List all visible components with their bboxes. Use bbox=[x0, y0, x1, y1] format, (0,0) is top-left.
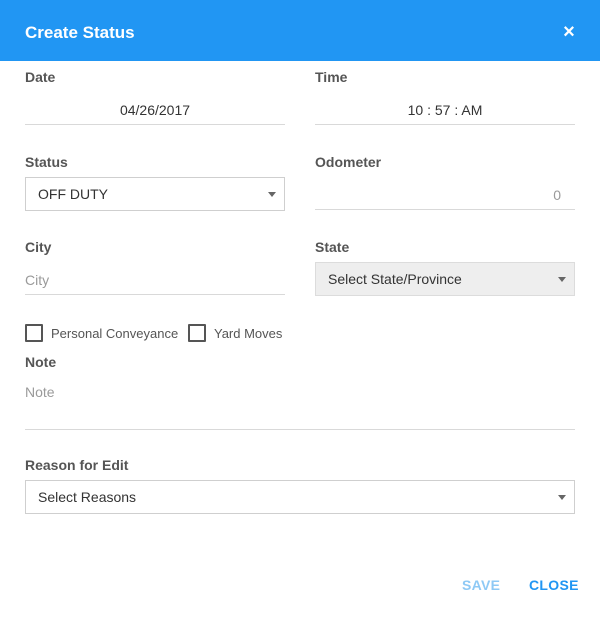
save-button[interactable]: SAVE bbox=[462, 576, 500, 594]
personal-conveyance-label: Personal Conveyance bbox=[51, 325, 179, 341]
close-icon[interactable]: × bbox=[558, 22, 580, 44]
city-label: City bbox=[25, 239, 52, 255]
reason-select[interactable]: Select Reasons bbox=[25, 480, 575, 514]
close-button[interactable]: CLOSE bbox=[529, 576, 579, 594]
checkbox-box[interactable] bbox=[188, 324, 206, 342]
note-input[interactable]: Note bbox=[25, 377, 575, 407]
odometer-label: Odometer bbox=[315, 154, 382, 170]
yard-moves-label: Yard Moves bbox=[214, 325, 283, 341]
personal-conveyance-checkbox[interactable]: Personal Conveyance bbox=[25, 323, 178, 343]
reason-select-value: Select Reasons bbox=[38, 489, 137, 505]
chevron-down-icon bbox=[268, 192, 276, 197]
date-label: Date bbox=[25, 69, 56, 85]
status-label: Status bbox=[25, 154, 68, 170]
chevron-down-icon bbox=[558, 277, 566, 282]
dialog-title: Create Status bbox=[25, 23, 135, 42]
state-select[interactable]: Select State/Province bbox=[315, 262, 575, 296]
yard-moves-checkbox[interactable]: Yard Moves bbox=[188, 323, 282, 343]
odometer-input[interactable]: 0 bbox=[315, 180, 575, 210]
checkbox-box[interactable] bbox=[25, 324, 43, 342]
dialog-header: Create Status × bbox=[0, 0, 600, 61]
note-divider bbox=[25, 429, 575, 430]
state-label: State bbox=[315, 239, 350, 255]
city-input[interactable]: City bbox=[25, 265, 285, 295]
chevron-down-icon bbox=[558, 495, 566, 500]
state-select-value: Select State/Province bbox=[328, 271, 462, 287]
time-label: Time bbox=[315, 69, 348, 85]
time-field[interactable]: 10 : 57 : AM bbox=[315, 95, 575, 125]
status-select[interactable]: OFF DUTY bbox=[25, 177, 285, 211]
date-field[interactable]: 04/26/2017 bbox=[25, 95, 285, 125]
note-label: Note bbox=[25, 354, 57, 370]
status-select-value: OFF DUTY bbox=[38, 186, 108, 202]
reason-label: Reason for Edit bbox=[25, 457, 129, 473]
